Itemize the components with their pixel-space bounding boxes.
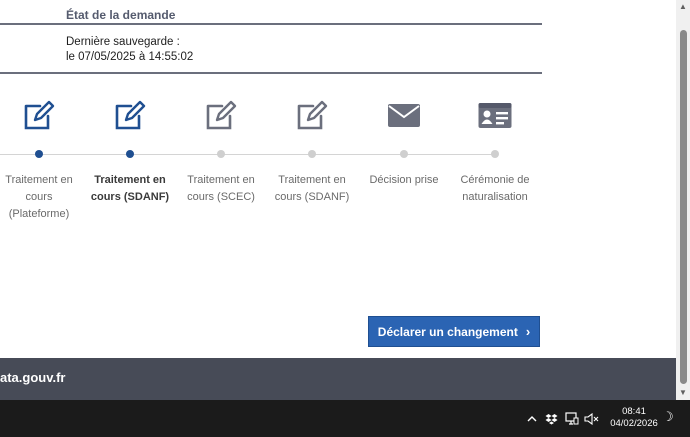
focus-assist-moon-icon[interactable]: ☽	[662, 409, 674, 425]
windows-taskbar: 08:41 04/02/2026 ☽	[0, 400, 690, 437]
declare-change-button[interactable]: Déclarer un changement ›	[368, 316, 540, 347]
last-save-value: le 07/05/2025 à 14:55:02	[66, 51, 194, 63]
status-heading: État de la demande	[66, 8, 176, 22]
step-label: Traitement en cours (SCEC)	[187, 174, 255, 203]
timeline-step-2: Traitement en cours (SDANF)	[85, 98, 175, 203]
footer-link[interactable]: ata.gouv.fr	[0, 370, 66, 385]
divider-top	[0, 23, 542, 25]
edit-icon	[115, 100, 146, 130]
declare-change-label: Déclarer un changement	[377, 324, 518, 339]
tray-overflow-chevron-icon[interactable]	[526, 400, 538, 437]
scrollbar-thumb[interactable]	[680, 30, 687, 384]
step-label: Traitement en cours (Plateforme)	[5, 174, 73, 220]
volume-muted-icon[interactable]	[584, 400, 599, 437]
dropbox-icon[interactable]	[545, 400, 558, 437]
step-label: Décision prise	[369, 174, 439, 186]
timeline-dot	[491, 150, 499, 158]
taskbar-clock[interactable]: 08:41 04/02/2026	[604, 406, 664, 430]
clock-time: 08:41	[622, 406, 646, 417]
step-label: Traitement en cours (SDANF)	[274, 174, 350, 203]
scroll-up-arrow-icon[interactable]: ▲	[679, 2, 687, 11]
edit-icon	[24, 100, 55, 130]
divider-bottom	[0, 72, 542, 74]
timeline-step-1: Traitement en cours (Plateforme)	[0, 98, 84, 220]
timeline-dot	[400, 150, 408, 158]
edit-icon	[297, 100, 328, 130]
scroll-down-arrow-icon[interactable]: ▼	[679, 388, 687, 397]
timeline-dot	[217, 150, 225, 158]
id-card-icon	[478, 103, 512, 128]
edit-icon	[206, 100, 237, 130]
timeline-track	[0, 154, 496, 155]
timeline-dot	[126, 150, 134, 158]
timeline-step-3: Traitement en cours (SCEC)	[176, 98, 266, 203]
chevron-right-icon: ›	[525, 324, 531, 339]
step-label: Traitement en cours (SDANF)	[90, 174, 170, 203]
main-page: État de la demande Dernière sauvegarde :…	[0, 0, 676, 400]
network-icon[interactable]	[565, 400, 579, 437]
timeline-dot	[308, 150, 316, 158]
vertical-scrollbar[interactable]: ▲ ▼	[676, 0, 690, 400]
clock-date: 04/02/2026	[610, 418, 658, 429]
step-label: Cérémonie de naturalisation	[460, 174, 530, 203]
timeline-dot	[35, 150, 43, 158]
timeline-step-4: Traitement en cours (SDANF)	[267, 98, 357, 203]
envelope-icon	[388, 104, 420, 127]
timeline-step-6: Cérémonie de naturalisation	[450, 98, 540, 203]
site-footer: ata.gouv.fr	[0, 358, 676, 400]
timeline-step-5: Décision prise	[359, 98, 449, 186]
last-save-label: Dernière sauvegarde :	[66, 36, 180, 48]
